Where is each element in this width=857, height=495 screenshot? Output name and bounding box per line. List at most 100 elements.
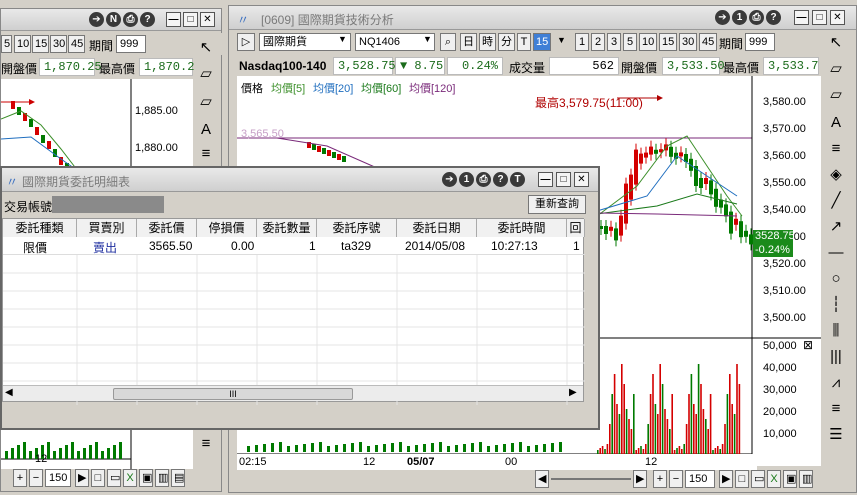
circle-tool-icon[interactable]: ○ xyxy=(823,268,849,290)
save-icon[interactable]: ▣ xyxy=(783,470,797,488)
close-icon[interactable]: ✕ xyxy=(574,172,589,187)
minimize-icon[interactable]: — xyxy=(794,10,809,25)
stop-icon[interactable]: □ xyxy=(91,469,105,487)
one-icon[interactable]: 1 xyxy=(732,10,747,25)
minimize-icon[interactable]: — xyxy=(166,12,181,27)
help-icon[interactable]: ? xyxy=(766,10,781,25)
print-icon[interactable]: ⎙ xyxy=(476,172,491,187)
play-icon[interactable]: ▶ xyxy=(75,469,89,487)
candle-tool-icon[interactable]: ┆ xyxy=(823,294,849,316)
pointer-icon[interactable]: ↖ xyxy=(823,32,849,54)
zoom-input[interactable]: 150 xyxy=(45,469,71,487)
remove-icon[interactable]: − xyxy=(669,470,683,488)
period-tick-button[interactable]: T xyxy=(517,33,531,51)
maximize-icon[interactable]: □ xyxy=(812,10,827,25)
fib-tool-icon[interactable]: ☰ xyxy=(823,424,849,446)
period-input[interactable]: 999 xyxy=(116,35,146,53)
print-icon[interactable]: ⎙ xyxy=(123,12,138,27)
minute-5-button[interactable]: 5 xyxy=(623,33,637,51)
chart-icon[interactable]: ▥ xyxy=(799,470,813,488)
play-icon[interactable]: ▷ xyxy=(237,33,255,51)
minute-45-button[interactable]: 45 xyxy=(699,33,717,51)
chevron-down-icon[interactable]: ▼ xyxy=(423,34,432,44)
remove-icon[interactable]: − xyxy=(29,469,43,487)
column-header[interactable]: 回 xyxy=(567,219,585,237)
minute-10-button[interactable]: 10 xyxy=(639,33,657,51)
back-icon[interactable]: ➔ xyxy=(442,172,457,187)
n-icon[interactable]: N xyxy=(106,12,121,27)
menu-lines-icon[interactable]: ≡ xyxy=(193,143,219,165)
window-icon[interactable]: ▭ xyxy=(107,469,121,487)
excel-icon[interactable]: X xyxy=(767,470,781,488)
minute-2-button[interactable]: 2 xyxy=(591,33,605,51)
one-icon[interactable]: 1 xyxy=(459,172,474,187)
maximize-icon[interactable]: □ xyxy=(556,172,571,187)
scrollbar-thumb[interactable]: III xyxy=(113,388,353,400)
stop-icon[interactable]: □ xyxy=(735,470,749,488)
column-header[interactable]: 買賣別 xyxy=(77,219,137,237)
close-volume-icon[interactable]: ⊠ xyxy=(803,338,813,352)
period-input[interactable]: 999 xyxy=(745,33,775,51)
minimize-icon[interactable]: — xyxy=(538,172,553,187)
chevron-down-icon[interactable]: ▼ xyxy=(338,34,347,44)
chevron-down-icon[interactable]: ▼ xyxy=(557,35,566,45)
eraser-icon[interactable]: ▱ xyxy=(823,58,849,80)
interval-select[interactable]: 15 xyxy=(533,33,551,51)
text-tool-icon[interactable]: A xyxy=(193,119,219,141)
period-hour-button[interactable]: 時 xyxy=(479,33,496,51)
play-icon[interactable]: ▶ xyxy=(719,470,733,488)
horizontal-scrollbar[interactable]: ◀ III ▶ xyxy=(3,385,583,401)
column-header[interactable]: 委託日期 xyxy=(397,219,477,237)
table-row[interactable]: 限價 賣出 3565.50 0.00 1 ta329 2014/05/08 10… xyxy=(3,237,585,255)
list-tool-icon[interactable]: ≡ xyxy=(823,398,849,420)
column-header[interactable]: 委託時間 xyxy=(477,219,567,237)
minute-1-button[interactable]: 1 xyxy=(575,33,589,51)
add-icon[interactable]: + xyxy=(653,470,667,488)
column-header[interactable]: 委託價 xyxy=(137,219,197,237)
minute-15-button[interactable]: 15 xyxy=(659,33,677,51)
menu-lines-icon[interactable]: ≡ xyxy=(823,138,849,160)
scroll-right-icon[interactable]: ▶ xyxy=(633,470,647,488)
minute-3-button[interactable]: 3 xyxy=(607,33,621,51)
interval-10-button[interactable]: 10 xyxy=(14,35,31,53)
eraser-icon[interactable]: ▱ xyxy=(193,63,219,85)
print-icon[interactable]: ⎙ xyxy=(749,10,764,25)
horizontal-line-icon[interactable]: — xyxy=(823,242,849,264)
account-field[interactable] xyxy=(52,196,164,213)
column-header[interactable]: 委託序號 xyxy=(317,219,397,237)
minute-30-button[interactable]: 30 xyxy=(679,33,697,51)
list-tool-icon[interactable]: ≡ xyxy=(193,433,219,455)
save-icon[interactable]: ▣ xyxy=(139,469,153,487)
close-icon[interactable]: ✕ xyxy=(830,10,845,25)
maximize-icon[interactable]: □ xyxy=(183,12,198,27)
text-tool-icon[interactable]: A xyxy=(823,112,849,134)
chart-icon[interactable]: ▥ xyxy=(155,469,169,487)
eraser-all-icon[interactable]: ▱ xyxy=(193,91,219,113)
back-icon[interactable]: ➔ xyxy=(715,10,730,25)
columns-tool-icon[interactable]: ||| xyxy=(823,346,849,368)
requery-button[interactable]: 重新查詢 xyxy=(528,195,586,214)
scroll-right-icon[interactable]: ▶ xyxy=(569,387,577,398)
settings-icon[interactable]: ▤ xyxy=(171,469,185,487)
close-icon[interactable]: ✕ xyxy=(200,12,215,27)
excel-icon[interactable]: X xyxy=(123,469,137,487)
search-icon[interactable]: ⌕ xyxy=(440,33,456,51)
scroll-left-icon[interactable]: ◀ xyxy=(5,387,13,398)
help-icon[interactable]: ? xyxy=(140,12,155,27)
interval-45-button[interactable]: 45 xyxy=(68,35,85,53)
column-header[interactable]: 委託種類 xyxy=(3,219,77,237)
help-icon[interactable]: ? xyxy=(493,172,508,187)
interval-5-button[interactable]: 5 xyxy=(1,35,12,53)
bar-tool-icon[interactable]: ⫼ xyxy=(823,320,849,342)
add-icon[interactable]: + xyxy=(13,469,27,487)
pointer-icon[interactable]: ↖ xyxy=(193,37,219,59)
line-tool-icon[interactable]: ╱ xyxy=(823,190,849,212)
period-minute-button[interactable]: 分 xyxy=(498,33,515,51)
fan-tool-icon[interactable]: ⩘ xyxy=(823,372,849,394)
interval-15-button[interactable]: 15 xyxy=(32,35,49,53)
arrow-tool-icon[interactable]: ↗ xyxy=(823,216,849,238)
interval-30-button[interactable]: 30 xyxy=(50,35,67,53)
zoom-input[interactable]: 150 xyxy=(685,470,715,488)
column-header[interactable]: 停損價 xyxy=(197,219,257,237)
tag-icon[interactable]: ◈ xyxy=(823,164,849,186)
